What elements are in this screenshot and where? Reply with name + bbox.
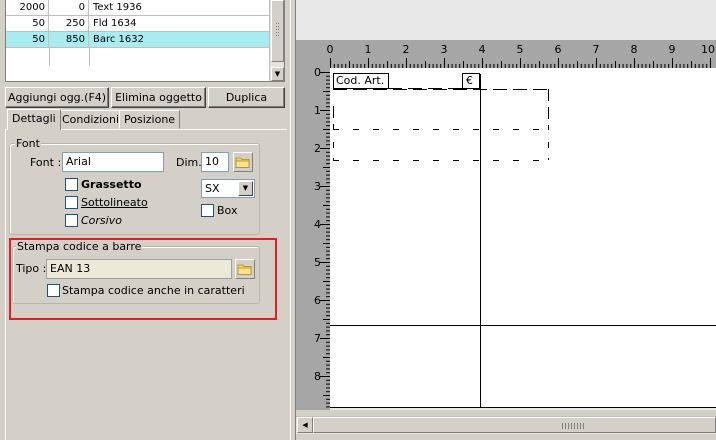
ruler-label: 9	[669, 43, 676, 56]
font-label: Font :	[30, 156, 62, 169]
font-group-title: Font	[15, 137, 41, 150]
alignment-value: SX	[205, 182, 220, 195]
ruler-label: 5	[314, 256, 321, 269]
properties-panel: 2000 0 Text 1936 50 250 Fld 1634 50 850 …	[0, 0, 290, 440]
ruler-label: 10	[701, 43, 715, 56]
ruler-label: 2	[314, 142, 321, 155]
canvas-scrollbar[interactable]: ◀	[296, 410, 716, 440]
ruler-label: 7	[314, 332, 321, 345]
size-label: Dim.	[176, 156, 202, 169]
code-field-label: Cod. Art.	[336, 74, 384, 87]
currency-field-label: €	[466, 74, 473, 87]
highlight-box	[9, 238, 277, 320]
ruler-label: 3	[314, 180, 321, 193]
grid-divider	[89, 48, 90, 66]
ruler-label: 4	[314, 218, 321, 231]
table-cell: 2000	[6, 0, 49, 16]
ruler-label: 7	[593, 43, 600, 56]
ruler-label: 8	[631, 43, 638, 56]
box-checkbox[interactable]	[201, 204, 214, 217]
vertical-ruler: 0 1 2 3 4 5 6 7 8	[296, 68, 330, 410]
font-name-input[interactable]: Arial	[62, 152, 164, 172]
ruler-label: 8	[314, 370, 321, 383]
arrow-down-icon[interactable]: ▼	[271, 67, 284, 81]
folder-icon	[235, 157, 250, 168]
ruler-label: 2	[403, 43, 410, 56]
alignment-select[interactable]: SX ▼	[201, 179, 255, 198]
ruler-label: 6	[314, 294, 321, 307]
tab-dettagli[interactable]: Dettagli	[7, 109, 61, 130]
italic-label: Corsivo	[81, 214, 122, 227]
grip-icon	[562, 423, 584, 429]
ruler-label: 0	[314, 68, 321, 79]
delete-object-button[interactable]: Elimina oggetto	[111, 87, 206, 108]
font-size-input[interactable]: 10	[201, 152, 229, 172]
label-canvas[interactable]: Cod. Art. €	[330, 68, 716, 408]
grid-scrollbar[interactable]: ▼	[269, 0, 284, 81]
font-browse-button[interactable]	[233, 152, 253, 172]
currency-field-object[interactable]: €	[462, 73, 480, 89]
underline-label: Sottolineato	[81, 196, 148, 209]
arrow-left-icon[interactable]: ◀	[297, 417, 313, 433]
table-row[interactable]: 2000 0 Text 1936	[6, 0, 270, 16]
ruler-label: 4	[479, 43, 486, 56]
box-label: Box	[217, 204, 238, 217]
table-cell: 0	[49, 0, 89, 16]
table-cell: Barc 1632	[93, 34, 145, 45]
objects-grid[interactable]: 2000 0 Text 1936 50 250 Fld 1634 50 850 …	[5, 0, 285, 82]
table-cell: 50	[6, 16, 49, 32]
duplicate-button[interactable]: Duplica	[208, 87, 285, 108]
ruler-label: 1	[365, 43, 372, 56]
design-area: 0 1 2 3 4 5 6 7 8 9 10 0 1 2 3 4 5 6 7 8	[296, 0, 716, 440]
table-cell: Text 1936	[93, 2, 142, 13]
bold-checkbox[interactable]	[65, 178, 78, 191]
table-cell: 50	[6, 32, 49, 48]
table-cell: 250	[49, 16, 89, 32]
bold-label: Grassetto	[81, 178, 142, 191]
barcode-object[interactable]	[333, 89, 549, 161]
ruler-label: 6	[555, 43, 562, 56]
grid-divider	[49, 48, 50, 66]
table-cell: Fld 1634	[93, 18, 137, 29]
chevron-down-icon[interactable]: ▼	[238, 181, 253, 196]
add-object-button[interactable]: Aggiungi ogg.(F4)	[5, 87, 109, 108]
ruler-label: 5	[517, 43, 524, 56]
ruler-label: 3	[441, 43, 448, 56]
tab-condizioni[interactable]: Condizioni	[57, 110, 125, 129]
underline-checkbox[interactable]	[65, 196, 78, 209]
ruler-label: 0	[327, 43, 334, 56]
table-row[interactable]: 50 250 Fld 1634	[6, 16, 270, 32]
text-field-object[interactable]: Cod. Art.	[333, 73, 389, 89]
tab-posizione[interactable]: Posizione	[119, 110, 181, 129]
grip-icon	[276, 23, 279, 36]
italic-checkbox[interactable]	[65, 214, 78, 227]
horizontal-ruler: 0 1 2 3 4 5 6 7 8 9 10	[296, 40, 716, 68]
scrollbar-thumb[interactable]	[313, 417, 716, 433]
table-row-selected[interactable]: 50 850 Barc 1632	[6, 32, 270, 48]
table-cell: 850	[49, 32, 89, 48]
scrollbar-thumb[interactable]	[271, 0, 284, 62]
ruler-label: 1	[314, 104, 321, 117]
